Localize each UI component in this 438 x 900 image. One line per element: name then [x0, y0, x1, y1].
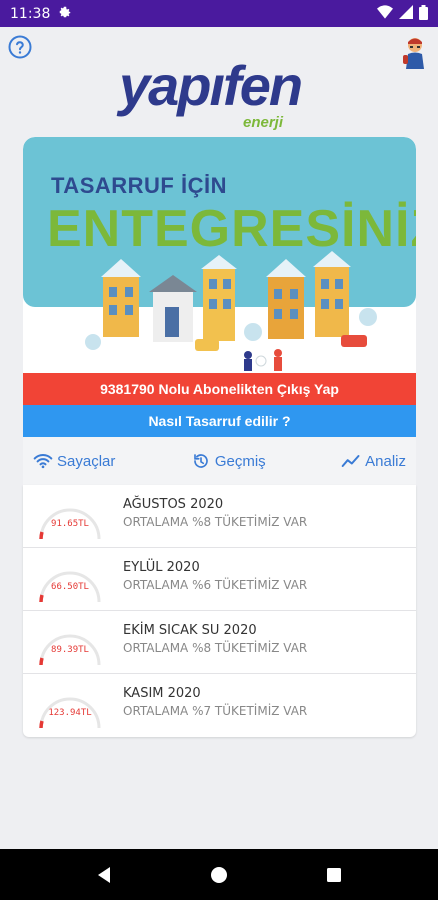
row-title: AĞUSTOS 2020 [123, 497, 224, 512]
system-nav-bar [0, 849, 438, 900]
row-subtitle: ORTALAMA %8 TÜKETİMİZ VAR [123, 641, 308, 655]
status-bar: 11:38 [0, 0, 438, 27]
app-screen: yapıfen enerji TASARRUF İÇİN ENTEGRESİNİ… [0, 27, 438, 849]
unsubscribe-button[interactable]: 9381790 Nolu Abonelikten Çıkış Yap [23, 373, 416, 405]
amount-label: 123.94TL [48, 708, 92, 718]
wifi-icon [33, 454, 53, 469]
banner-heading: TASARRUF İÇİN [51, 173, 227, 198]
svg-text:enerji: enerji [243, 114, 284, 131]
list-item[interactable]: 89.39TL EKİM SICAK SU 2020 ORTALAMA %8 T… [23, 611, 416, 674]
row-subtitle: ORTALAMA %8 TÜKETİMİZ VAR [123, 515, 308, 529]
amount-label: 91.65TL [51, 519, 89, 529]
list-item[interactable]: 123.94TL KASIM 2020 ORTALAMA %7 TÜKETİMİ… [23, 674, 416, 737]
list-item[interactable]: 66.50TL EYLÜL 2020 ORTALAMA %6 TÜKETİMİZ… [23, 548, 416, 611]
yapifen-logo: yapıfen enerji [116, 54, 303, 131]
tab-label: Geçmiş [214, 452, 266, 470]
status-time: 11:38 [10, 5, 51, 22]
amount-label: 66.50TL [51, 582, 89, 592]
row-title: EKİM SICAK SU 2020 [123, 623, 257, 638]
back-icon[interactable] [95, 865, 115, 885]
houses-illustration [83, 251, 383, 373]
tab-bar: Sayaçlar Geçmiş Analiz [23, 437, 416, 485]
tab-sayaclar[interactable]: Sayaçlar [33, 452, 115, 470]
svg-text:yapıfen: yapıfen [116, 54, 301, 117]
wifi-icon [377, 5, 393, 22]
chart-line-icon [341, 455, 360, 467]
gear-icon [58, 5, 72, 22]
tab-label: Sayaçlar [57, 452, 116, 470]
row-subtitle: ORTALAMA %6 TÜKETİMİZ VAR [123, 578, 308, 592]
promo-banner[interactable]: TASARRUF İÇİN ENTEGRESİNİZ! [23, 137, 416, 373]
tab-label: Analiz [365, 452, 406, 470]
recents-icon[interactable] [324, 865, 344, 885]
tab-analiz[interactable]: Analiz [341, 452, 406, 470]
how-to-save-button[interactable]: Nasıl Tasarruf edilir ? [23, 405, 416, 437]
row-title: EYLÜL 2020 [123, 560, 200, 575]
amount-label: 89.39TL [51, 645, 89, 655]
home-icon[interactable] [209, 865, 229, 885]
help-icon[interactable] [8, 35, 32, 59]
tab-gecmis[interactable]: Geçmiş [191, 452, 266, 470]
history-icon [194, 454, 208, 468]
row-title: KASIM 2020 [123, 686, 201, 701]
list-item[interactable]: 91.65TL AĞUSTOS 2020 ORTALAMA %8 TÜKETİM… [23, 485, 416, 548]
mascot-icon[interactable] [400, 35, 430, 69]
battery-icon [419, 4, 428, 23]
main-card: TASARRUF İÇİN ENTEGRESİNİZ! [23, 137, 416, 737]
row-subtitle: ORTALAMA %7 TÜKETİMİZ VAR [123, 704, 308, 718]
signal-icon [399, 5, 413, 22]
usage-list: 91.65TL AĞUSTOS 2020 ORTALAMA %8 TÜKETİM… [23, 485, 416, 737]
